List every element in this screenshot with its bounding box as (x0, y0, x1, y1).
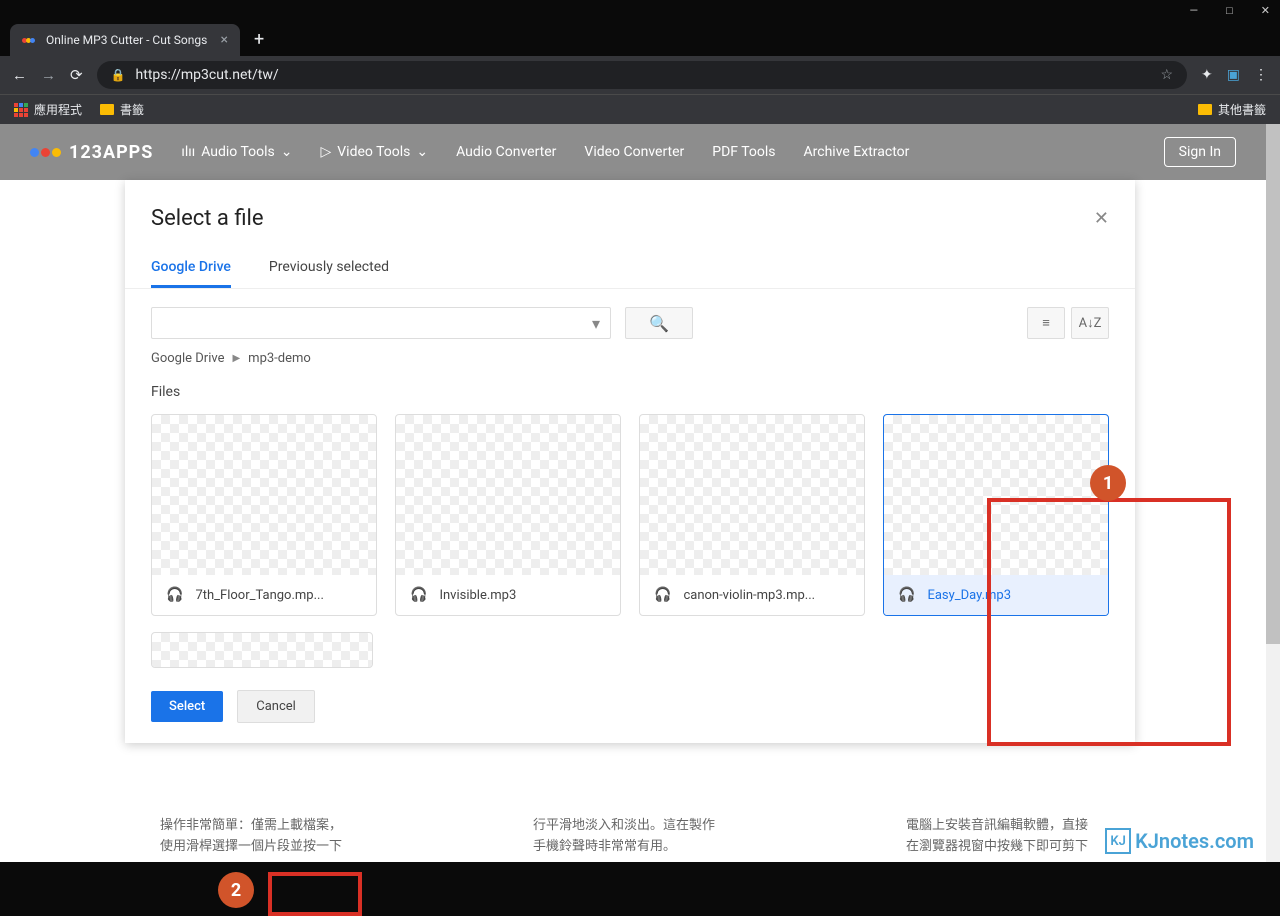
extension-badge-icon[interactable]: ▣ (1227, 67, 1240, 83)
file-name: canon-violin-mp3.mp... (683, 588, 815, 603)
picker-toolbar: 🔍 ≡ A↓Z (125, 289, 1135, 351)
tab-title: Online MP3 Cutter - Cut Songs (46, 33, 207, 47)
maximize-icon[interactable]: □ (1226, 4, 1233, 17)
bookmark-folder[interactable]: 書籤 (100, 101, 144, 118)
list-icon: ≡ (1042, 315, 1050, 331)
window-titlebar: — □ ✕ (0, 0, 1280, 20)
modal-close-icon[interactable]: ✕ (1094, 208, 1109, 229)
watermark: KJ KJnotes.com (1105, 828, 1254, 854)
file-name: Easy_Day.mp3 (927, 588, 1011, 603)
background-text: 操作非常簡單：僅需上載檔案，使用滑桿選擇一個片段並按一下 行平滑地淡入和淡出。這… (160, 816, 1166, 858)
chevron-right-icon: ▶ (232, 353, 240, 364)
forward-icon[interactable]: → (41, 66, 56, 84)
file-item[interactable]: 🎧 Invisible.mp3 (395, 414, 621, 616)
annotation-box-2 (268, 872, 362, 916)
modal-title: Select a file (151, 206, 264, 231)
file-thumbnail (152, 415, 376, 575)
annotation-badge-1: 1 (1090, 465, 1126, 501)
menu-icon[interactable]: ⋮ (1254, 67, 1268, 83)
file-grid: 🎧 7th_Floor_Tango.mp... 🎧 Invisible.mp3 🎧 c… (125, 406, 1135, 624)
watermark-icon: KJ (1105, 828, 1131, 854)
sort-button[interactable]: A↓Z (1071, 307, 1109, 339)
file-thumbnail (884, 415, 1108, 575)
file-item[interactable]: 🎧 7th_Floor_Tango.mp... (151, 414, 377, 616)
annotation-badge-2: 2 (218, 872, 254, 908)
apps-grid-icon (14, 103, 28, 117)
close-window-icon[interactable]: ✕ (1261, 4, 1270, 17)
headphones-icon: 🎧 (654, 587, 671, 603)
cancel-button[interactable]: Cancel (237, 690, 315, 723)
tab-previously-selected[interactable]: Previously selected (269, 249, 389, 288)
files-heading: Files (125, 374, 1135, 406)
breadcrumb: Google Drive ▶ mp3-demo (125, 351, 1135, 374)
file-name: Invisible.mp3 (439, 588, 516, 603)
file-item-selected[interactable]: 🎧 Easy_Day.mp3 (883, 414, 1109, 616)
minimize-icon[interactable]: — (1190, 4, 1199, 17)
headphones-icon: 🎧 (410, 587, 427, 603)
folder-dropdown[interactable] (151, 307, 611, 339)
logo-dots-icon (30, 148, 61, 157)
nav-video-converter[interactable]: Video Converter (584, 144, 684, 160)
search-icon: 🔍 (649, 314, 669, 333)
file-grid-row2 (125, 624, 1135, 676)
url-text: https://mp3cut.net/tw/ (136, 67, 279, 83)
folder-icon (1198, 104, 1212, 115)
address-bar: ← → ⟳ 🔒 https://mp3cut.net/tw/ ☆ ✦ ▣ ⋮ (0, 56, 1280, 94)
tab-strip: Online MP3 Cutter - Cut Songs × + (0, 20, 1280, 56)
extensions-icon[interactable]: ✦ (1201, 67, 1213, 83)
modal-actions: Select Cancel (125, 676, 1135, 723)
select-button[interactable]: Select (151, 691, 223, 722)
other-bookmarks[interactable]: 其他書籤 (1198, 101, 1266, 118)
page-scrollbar[interactable] (1266, 124, 1280, 862)
file-picker-modal: Select a file ✕ Google Drive Previously … (125, 180, 1135, 743)
page-content: 123APPS ılııAudio Tools⌄ ▷Video Tools⌄ A… (0, 124, 1266, 862)
sort-az-icon: A↓Z (1079, 315, 1102, 331)
headphones-icon: 🎧 (166, 587, 183, 603)
file-thumbnail (396, 415, 620, 575)
lock-icon: 🔒 (111, 68, 126, 82)
apps-shortcut[interactable]: 應用程式 (14, 101, 82, 118)
folder-icon (100, 104, 114, 115)
search-button[interactable]: 🔍 (625, 307, 693, 339)
bookmarks-bar: 應用程式 書籤 其他書籤 (0, 94, 1280, 124)
site-logo[interactable]: 123APPS (30, 142, 153, 163)
favicon-icon (22, 32, 38, 48)
file-item[interactable]: 🎧 canon-violin-mp3.mp... (639, 414, 865, 616)
sign-in-button[interactable]: Sign In (1164, 137, 1236, 167)
breadcrumb-folder[interactable]: mp3-demo (248, 351, 311, 366)
new-tab-button[interactable]: + (254, 29, 264, 50)
nav-pdf-tools[interactable]: PDF Tools (712, 144, 775, 160)
scrollbar-thumb[interactable] (1266, 124, 1280, 644)
list-view-button[interactable]: ≡ (1027, 307, 1065, 339)
headphones-icon: 🎧 (898, 587, 915, 603)
tab-close-icon[interactable]: × (221, 32, 228, 48)
bookmark-star-icon[interactable]: ☆ (1160, 67, 1173, 83)
nav-video-tools[interactable]: ▷Video Tools⌄ (320, 144, 428, 160)
breadcrumb-root[interactable]: Google Drive (151, 351, 224, 366)
site-nav: 123APPS ılııAudio Tools⌄ ▷Video Tools⌄ A… (0, 124, 1266, 180)
file-item[interactable] (151, 632, 373, 668)
reload-icon[interactable]: ⟳ (70, 66, 83, 84)
tab-google-drive[interactable]: Google Drive (151, 249, 231, 288)
file-thumbnail (640, 415, 864, 575)
modal-tabs: Google Drive Previously selected (125, 249, 1135, 289)
file-name: 7th_Floor_Tango.mp... (195, 588, 323, 603)
back-icon[interactable]: ← (12, 66, 27, 84)
browser-tab[interactable]: Online MP3 Cutter - Cut Songs × (10, 24, 240, 56)
file-thumbnail (152, 633, 372, 667)
nav-archive-extractor[interactable]: Archive Extractor (804, 144, 910, 160)
nav-audio-tools[interactable]: ılııAudio Tools⌄ (181, 144, 292, 160)
nav-audio-converter[interactable]: Audio Converter (456, 144, 556, 160)
omnibox[interactable]: 🔒 https://mp3cut.net/tw/ ☆ (97, 61, 1187, 89)
